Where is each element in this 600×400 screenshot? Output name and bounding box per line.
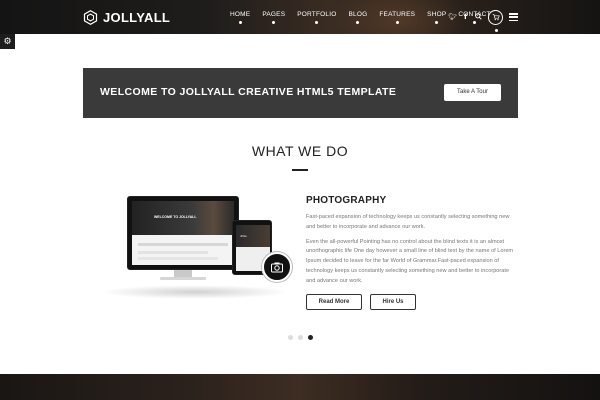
header-icons: 🐦︎ f bbox=[446, 9, 518, 32]
next-section-background bbox=[0, 374, 600, 400]
slide-content: PHOTOGRAPHY Fast-paced expansion of tech… bbox=[306, 195, 516, 287]
settings-toggle[interactable]: ⚙︎ bbox=[0, 34, 15, 49]
hexagon-logo-icon bbox=[83, 9, 98, 25]
camera-badge bbox=[262, 252, 292, 282]
camera-icon bbox=[271, 262, 283, 273]
slider-pagination bbox=[288, 335, 318, 340]
banner-title: WELCOME TO JOLLYALL CREATIVE HTML5 TEMPL… bbox=[100, 86, 397, 98]
tablet-screen-text: JOLL bbox=[240, 234, 248, 238]
logo-text: JOLLYALL bbox=[103, 9, 171, 25]
nav-item-home[interactable]: HOME bbox=[224, 0, 256, 34]
nav-dot bbox=[238, 21, 242, 24]
nav-dot bbox=[395, 21, 399, 24]
nav-label: PORTFOLIO bbox=[297, 11, 337, 18]
slider-dot-2[interactable] bbox=[298, 335, 303, 340]
welcome-banner: WELCOME TO JOLLYALL CREATIVE HTML5 TEMPL… bbox=[83, 68, 518, 118]
nav-dot bbox=[356, 21, 360, 24]
slide-buttons: Read More Hire Us bbox=[306, 294, 416, 310]
monitor: WELCOME TO JOLLYALL bbox=[127, 196, 239, 270]
nav-label: BLOG bbox=[348, 11, 368, 18]
slider-dot-1[interactable] bbox=[288, 335, 293, 340]
hire-us-button[interactable]: Hire Us bbox=[370, 294, 416, 310]
nav-dot bbox=[435, 21, 439, 24]
nav-item-portfolio[interactable]: PORTFOLIO bbox=[291, 0, 342, 34]
cart-icon bbox=[492, 14, 500, 21]
devices-mockup-image: WELCOME TO JOLLYALL JOLL bbox=[90, 190, 300, 302]
nav-dot bbox=[315, 21, 319, 24]
slide-paragraph-1: Fast-paced expansion of technology keeps… bbox=[306, 214, 510, 230]
nav-label: SHOP bbox=[427, 11, 447, 18]
monitor-screen: WELCOME TO JOLLYALL bbox=[132, 201, 234, 265]
nav-item-features[interactable]: FEATURES bbox=[373, 0, 421, 34]
cart-button[interactable] bbox=[488, 9, 503, 32]
nav-label: HOME bbox=[230, 11, 251, 18]
monitor-base bbox=[160, 277, 206, 280]
title-divider bbox=[292, 169, 308, 171]
search-icon[interactable] bbox=[472, 12, 485, 22]
monitor-screen-title: WELCOME TO JOLLYALL bbox=[154, 215, 197, 219]
slide-title: PHOTOGRAPHY bbox=[306, 195, 387, 206]
site-header: JOLLYALL HOME PAGES PORTFOLIO BLOG FEATU… bbox=[0, 0, 600, 34]
slide-paragraph-2: Even the all-powerful Pointing has no co… bbox=[306, 238, 514, 284]
cart-dot bbox=[495, 28, 498, 32]
nav-label: FEATURES bbox=[379, 11, 416, 18]
section-title: WHAT WE DO bbox=[251, 143, 349, 159]
menu-icon[interactable] bbox=[509, 13, 518, 21]
take-a-tour-button[interactable]: Take A Tour bbox=[444, 84, 501, 101]
facebook-icon[interactable]: f bbox=[459, 13, 472, 21]
nav-label: PAGES bbox=[262, 11, 286, 18]
twitter-icon[interactable]: 🐦︎ bbox=[446, 13, 459, 21]
logo[interactable]: JOLLYALL bbox=[83, 7, 170, 27]
slider-dot-3[interactable] bbox=[308, 335, 313, 340]
mockup-shadow bbox=[100, 285, 290, 299]
nav-item-pages[interactable]: PAGES bbox=[256, 0, 291, 34]
nav-item-blog[interactable]: BLOG bbox=[342, 0, 373, 34]
gear-icon: ⚙︎ bbox=[3, 36, 12, 47]
nav-dot bbox=[272, 21, 276, 24]
read-more-button[interactable]: Read More bbox=[306, 294, 362, 310]
